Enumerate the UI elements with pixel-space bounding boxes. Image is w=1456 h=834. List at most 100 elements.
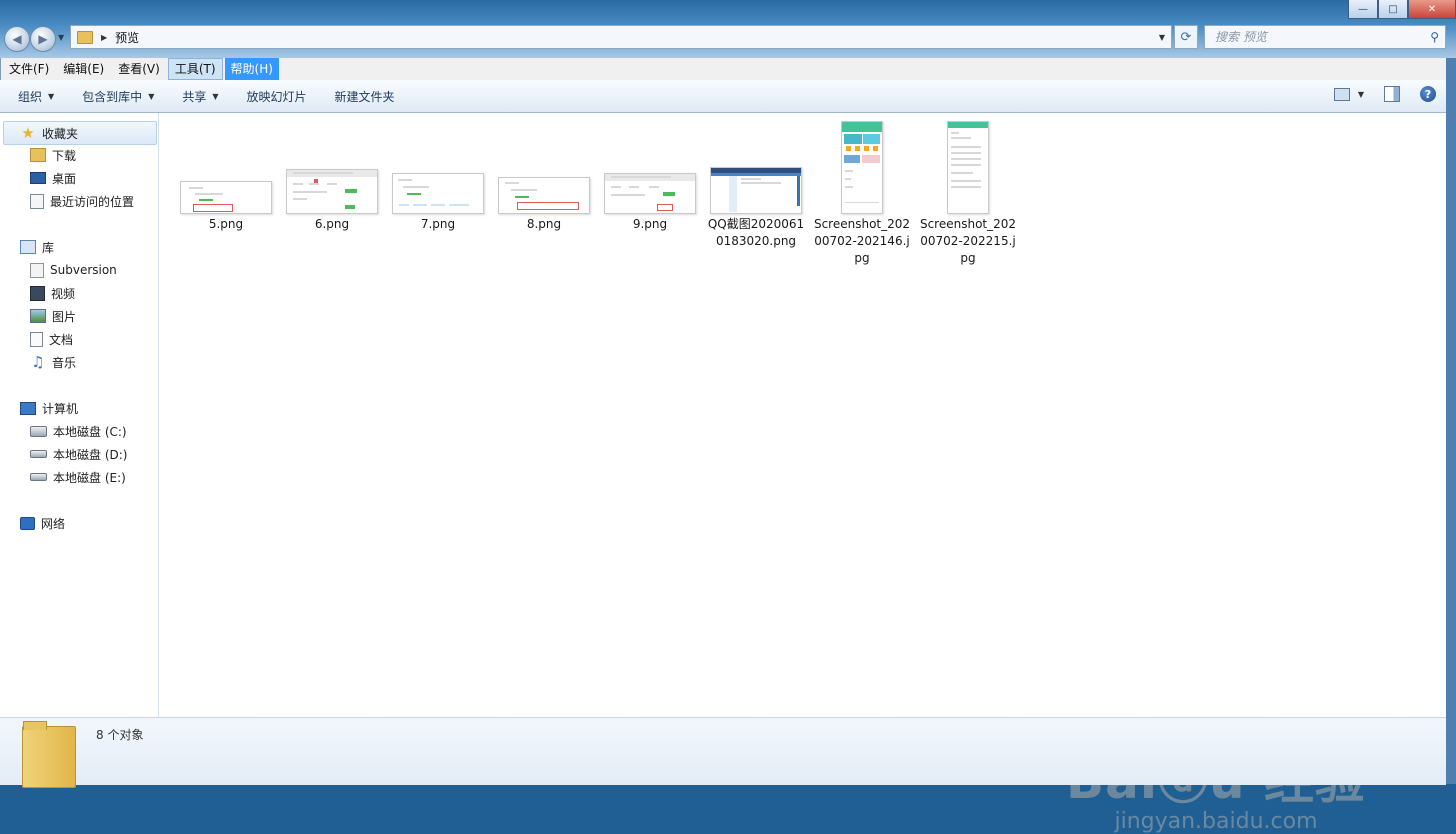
slideshow-button[interactable]: 放映幻灯片 — [247, 88, 307, 105]
nav-drive-c-label: 本地磁盘 (C:) — [53, 424, 127, 439]
window-controls: — □ ✕ — [1348, 0, 1456, 19]
folder-icon — [77, 30, 93, 44]
share-label: 共享 — [182, 89, 207, 104]
nav-drive-e-label: 本地磁盘 (E:) — [53, 470, 126, 485]
refresh-icon: ⟳ — [1180, 29, 1192, 45]
nav-documents[interactable]: 文档 — [30, 328, 73, 350]
nav-favorites[interactable]: ★ 收藏夹 — [3, 121, 157, 145]
file-item[interactable]: QQ截图20200610183020.png — [706, 113, 806, 273]
back-arrow-icon: ◀ — [12, 32, 22, 46]
file-thumbnail — [498, 177, 590, 214]
window-title-bar: — □ ✕ ◀ ▶ ▼ ▶ 预览 ▼ ⟳ ⚲ — [0, 0, 1456, 58]
pictures-library-icon — [30, 309, 46, 323]
menu-edit[interactable]: 编辑(E) — [57, 58, 110, 80]
nav-drive-d[interactable]: 本地磁盘 (D:) — [30, 443, 127, 465]
file-thumbnail — [286, 169, 378, 214]
help-icon[interactable]: ? — [1420, 86, 1436, 102]
nav-computer-label: 计算机 — [42, 401, 79, 416]
nav-music-label: 音乐 — [52, 355, 77, 370]
breadcrumb-preview[interactable]: 预览 — [115, 29, 139, 46]
file-item[interactable]: 6.png — [282, 113, 382, 243]
nav-documents-label: 文档 — [49, 332, 74, 347]
file-item[interactable]: 9.png — [600, 113, 700, 243]
search-input[interactable] — [1213, 29, 1427, 45]
nav-videos-label: 视频 — [51, 286, 76, 301]
breadcrumb-separator-icon[interactable]: ▶ — [101, 33, 107, 42]
file-item[interactable]: Screenshot_20200702-202146.jpg — [812, 113, 912, 273]
address-bar[interactable]: ▶ 预览 ▼ — [70, 25, 1172, 49]
file-thumbnail — [392, 173, 484, 214]
maximize-button[interactable]: □ — [1378, 0, 1408, 19]
file-item[interactable]: 8.png — [494, 113, 594, 243]
menu-bar: 文件(F) 编辑(E) 查看(V) 工具(T) 帮助(H) — [0, 58, 1447, 80]
recent-places-icon — [30, 193, 44, 209]
file-item[interactable]: 7.png — [388, 113, 488, 243]
refresh-button[interactable]: ⟳ — [1174, 25, 1198, 49]
search-icon[interactable]: ⚲ — [1430, 30, 1439, 44]
address-dropdown-icon[interactable]: ▼ — [1159, 33, 1165, 42]
search-box[interactable]: ⚲ — [1204, 25, 1446, 49]
nav-libraries[interactable]: 库 — [20, 236, 54, 258]
chevron-down-icon: ▼ — [48, 91, 55, 101]
minimize-button[interactable]: — — [1348, 0, 1378, 19]
libraries-icon — [20, 240, 36, 254]
file-name: 6.png — [314, 217, 350, 231]
nav-drive-c[interactable]: 本地磁盘 (C:) — [30, 420, 127, 442]
item-count: 8 个对象 — [96, 728, 144, 742]
nav-recent-label: 最近访问的位置 — [50, 194, 135, 209]
new-folder-button[interactable]: 新建文件夹 — [335, 88, 395, 105]
command-bar: 组织 ▼ 包含到库中 ▼ 共享 ▼ 放映幻灯片 新建文件夹 ▼ ? — [0, 80, 1446, 113]
nav-recent-places[interactable]: 最近访问的位置 — [30, 190, 134, 212]
back-button[interactable]: ◀ — [4, 26, 30, 52]
nav-pictures-label: 图片 — [52, 309, 77, 324]
video-library-icon — [30, 285, 45, 301]
menu-tools[interactable]: 工具(T) — [167, 58, 223, 80]
computer-icon — [20, 401, 36, 415]
file-name: 7.png — [420, 217, 456, 231]
organize-label: 组织 — [18, 89, 43, 104]
nav-favorites-label: 收藏夹 — [42, 126, 79, 141]
window-edge — [1446, 58, 1456, 784]
file-thumbnail — [180, 181, 272, 214]
file-thumbnail — [604, 173, 696, 214]
network-icon — [20, 516, 35, 530]
file-name: 8.png — [526, 217, 562, 231]
organize-button[interactable]: 组织 ▼ — [18, 88, 54, 105]
system-drive-icon — [30, 425, 47, 437]
nav-subversion[interactable]: Subversion — [30, 259, 117, 281]
preview-pane-icon[interactable] — [1384, 86, 1400, 102]
share-button[interactable]: 共享 ▼ — [182, 88, 218, 105]
file-item[interactable]: 5.png — [176, 113, 276, 243]
nav-videos[interactable]: 视频 — [30, 282, 75, 304]
nav-drive-e[interactable]: 本地磁盘 (E:) — [30, 466, 126, 488]
include-in-library-button[interactable]: 包含到库中 ▼ — [82, 88, 154, 105]
nav-network[interactable]: 网络 — [20, 512, 65, 534]
nav-pictures[interactable]: 图片 — [30, 305, 76, 327]
close-button[interactable]: ✕ — [1408, 0, 1456, 19]
nav-desktop[interactable]: 桌面 — [30, 167, 76, 189]
include-in-library-label: 包含到库中 — [82, 89, 143, 104]
forward-button[interactable]: ▶ — [30, 26, 56, 52]
view-options-dropdown-icon[interactable]: ▼ — [1358, 90, 1364, 99]
file-name: QQ截图20200610183020.png — [707, 217, 805, 248]
menu-view[interactable]: 查看(V) — [112, 58, 166, 80]
nav-network-label: 网络 — [41, 516, 66, 531]
file-item[interactable]: Screenshot_20200702-202215.jpg — [918, 113, 1018, 273]
file-name: 5.png — [208, 217, 244, 231]
change-view-icon[interactable] — [1333, 87, 1350, 101]
recent-pages-dropdown[interactable]: ▼ — [58, 33, 64, 42]
nav-computer[interactable]: 计算机 — [20, 397, 78, 419]
desktop-icon — [30, 172, 46, 184]
file-name: Screenshot_20200702-202146.jpg — [813, 217, 911, 265]
music-note-icon: ♫ — [31, 353, 45, 371]
menu-file[interactable]: 文件(F) — [3, 58, 55, 80]
chevron-down-icon: ▼ — [148, 91, 155, 101]
menu-help[interactable]: 帮助(H) — [224, 58, 279, 80]
nav-music[interactable]: ♫ 音乐 — [30, 351, 76, 373]
subversion-library-icon — [30, 262, 44, 278]
nav-libraries-label: 库 — [42, 240, 55, 255]
slideshow-label: 放映幻灯片 — [246, 89, 307, 104]
view-controls: ▼ ? — [1333, 86, 1436, 102]
nav-drive-d-label: 本地磁盘 (D:) — [53, 447, 128, 462]
nav-downloads[interactable]: 下载 — [30, 144, 76, 166]
